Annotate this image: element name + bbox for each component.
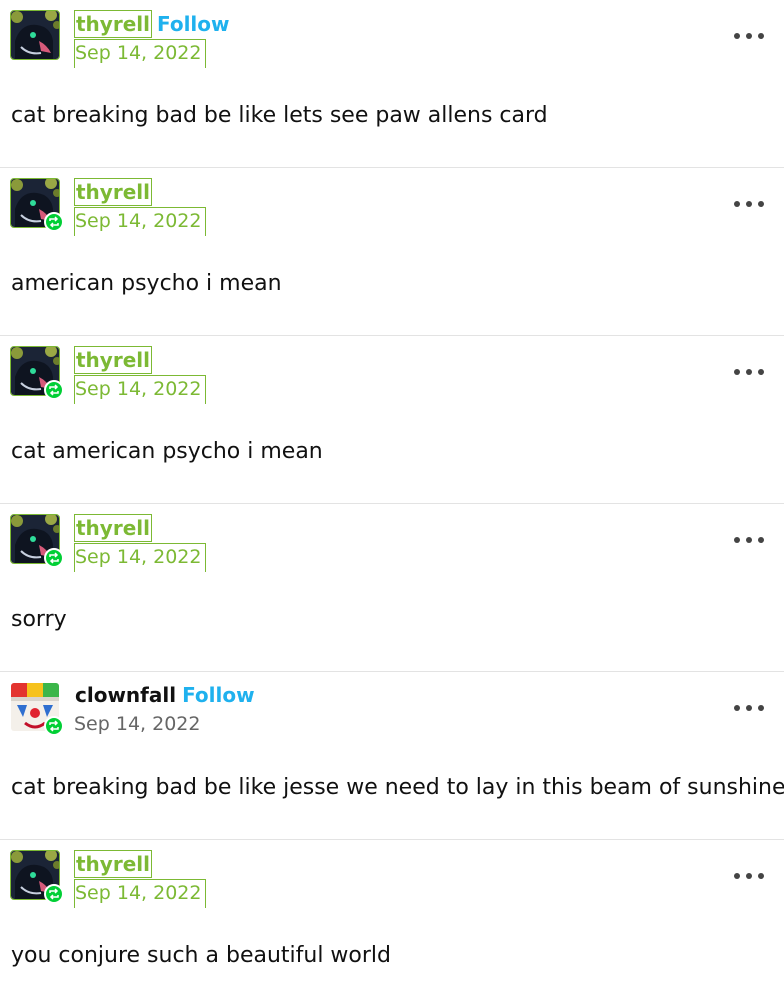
avatar[interactable] xyxy=(10,514,64,568)
reblog-icon xyxy=(44,380,64,400)
post-text: cat breaking bad be like lets see paw al… xyxy=(11,103,548,128)
avatar[interactable] xyxy=(10,178,64,232)
post-date[interactable]: Sep 14, 2022 xyxy=(74,39,206,68)
thread-post: thyrell Sep 14, 2022 american psycho i m… xyxy=(0,168,784,336)
post-text: american psycho i mean xyxy=(11,271,282,296)
follow-button[interactable]: Follow xyxy=(182,682,255,708)
more-options-icon[interactable] xyxy=(734,366,764,378)
thread-post: thyrell Follow Sep 14, 2022 cat breaking… xyxy=(0,0,784,168)
reblog-icon xyxy=(44,548,64,568)
post-text: you conjure such a beautiful world xyxy=(11,943,392,968)
thread-post: thyrell Sep 14, 2022 cat american psycho… xyxy=(0,336,784,504)
username-link[interactable]: clownfall xyxy=(74,682,177,708)
more-options-icon[interactable] xyxy=(734,30,764,42)
follow-button[interactable]: Follow xyxy=(157,11,230,37)
avatar[interactable] xyxy=(10,346,64,400)
post-text: cat breaking bad be like jesse we need t… xyxy=(11,775,784,800)
thread-post: clownfall Follow Sep 14, 2022 cat breaki… xyxy=(0,672,784,840)
avatar[interactable] xyxy=(10,10,61,61)
avatar[interactable] xyxy=(11,683,64,736)
thread-post: thyrell Sep 14, 2022 you conjure such a … xyxy=(0,840,784,1008)
reblog-icon xyxy=(44,716,64,736)
more-options-icon[interactable] xyxy=(734,702,764,714)
post-text: sorry xyxy=(11,607,67,632)
username-link[interactable]: thyrell xyxy=(74,850,152,878)
reblog-thread: thyrell Follow Sep 14, 2022 cat breaking… xyxy=(0,0,784,1008)
more-options-icon[interactable] xyxy=(734,870,764,882)
post-date[interactable]: Sep 14, 2022 xyxy=(74,207,206,236)
reblog-icon xyxy=(44,212,64,232)
avatar[interactable] xyxy=(10,850,64,904)
username-link[interactable]: thyrell xyxy=(74,10,152,38)
more-options-icon[interactable] xyxy=(734,534,764,546)
username-link[interactable]: thyrell xyxy=(74,178,152,206)
username-link[interactable]: thyrell xyxy=(74,346,152,374)
post-date[interactable]: Sep 14, 2022 xyxy=(74,711,206,737)
dragon-avatar-icon xyxy=(11,11,59,59)
post-date[interactable]: Sep 14, 2022 xyxy=(74,879,206,908)
reblog-icon xyxy=(44,884,64,904)
thread-post: thyrell Sep 14, 2022 sorry xyxy=(0,504,784,672)
username-link[interactable]: thyrell xyxy=(74,514,152,542)
more-options-icon[interactable] xyxy=(734,198,764,210)
post-date[interactable]: Sep 14, 2022 xyxy=(74,375,206,404)
post-text: cat american psycho i mean xyxy=(11,439,323,464)
post-date[interactable]: Sep 14, 2022 xyxy=(74,543,206,572)
